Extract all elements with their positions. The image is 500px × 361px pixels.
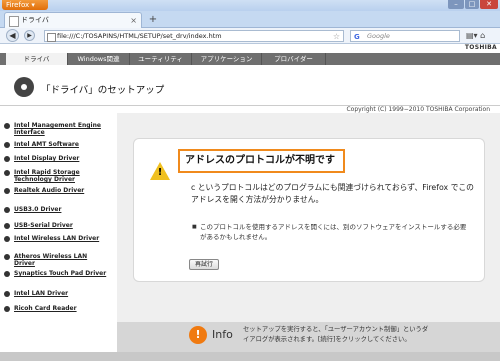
warning-mark: ! [157, 167, 163, 178]
info-label: Info [212, 328, 233, 341]
search-placeholder: Google [367, 32, 390, 40]
sidebar-item-amt[interactable]: Intel AMT Software [4, 141, 110, 148]
minimize-button[interactable]: – [448, 0, 464, 9]
error-description: c というプロトコルはどのプログラムにも関連づけられておらず、Firefox で… [191, 183, 474, 204]
copyright: Copyright (C) 1999−2010 TOSHIBA Corporat… [346, 106, 490, 113]
tab-utilities[interactable]: ユーティリティ [130, 53, 192, 65]
sidebar-item-intel-wlan[interactable]: Intel Wireless LAN Driver [4, 235, 110, 242]
disc-icon [14, 77, 34, 97]
sidebar-item-usb-serial[interactable]: USB-Serial Driver [4, 222, 110, 229]
tab-applications[interactable]: アプリケーション [192, 53, 262, 65]
sidebar-item-card-reader[interactable]: Ricoh Card Reader [4, 305, 110, 312]
page-icon [9, 16, 19, 27]
sidebar-item-display[interactable]: Intel Display Driver [4, 155, 110, 162]
sidebar-item-rapid-storage[interactable]: Intel Rapid Storage Technology Driver [4, 169, 110, 183]
new-tab-button[interactable]: + [146, 14, 160, 26]
bookmark-star-icon[interactable]: ☆ [333, 31, 340, 42]
brand-bar [0, 44, 500, 53]
close-tab-icon[interactable]: × [130, 13, 137, 28]
browser-tab[interactable]: ドライバ × [4, 12, 142, 28]
firefox-menu-button[interactable]: Firefox ▾ [2, 0, 48, 10]
forward-button[interactable]: ▶ [24, 30, 35, 41]
tab-drivers[interactable]: ドライバ [6, 53, 68, 65]
search-engine-icon[interactable]: G [354, 32, 360, 43]
sidebar-item-lan[interactable]: Intel LAN Driver [4, 290, 110, 297]
tab-title: ドライバ [21, 16, 49, 24]
info-text: セットアップを実行すると、「ユーザーアカウント制御」というダイアログが表示されま… [243, 326, 429, 343]
sidebar-item-usb3[interactable]: USB3.0 Driver [4, 206, 110, 213]
sidebar-item-touchpad[interactable]: Synaptics Touch Pad Driver [4, 270, 110, 277]
toshiba-logo: TOSHIBA [464, 44, 497, 51]
url-bar[interactable]: file:///C:/TOSAPINS/HTML/SETUP/set_drv/i… [44, 30, 344, 42]
bookmarks-menu-icon[interactable]: ▤▾ ⌂ [466, 29, 496, 42]
bottom-strip [0, 352, 500, 361]
sidebar-item-atheros-wlan[interactable]: Atheros Wireless LAN Driver [4, 253, 110, 267]
tab-providers[interactable]: プロバイダー [262, 53, 326, 65]
error-title: アドレスのプロトコルが不明です [178, 149, 345, 173]
url-text: file:///C:/TOSAPINS/HTML/SETUP/set_drv/i… [57, 32, 222, 40]
retry-button[interactable]: 再試行 [189, 259, 219, 270]
close-window-button[interactable]: ✕ [480, 0, 498, 9]
sidebar-item-mei[interactable]: Intel Management Engine Interface [4, 122, 110, 136]
page-title: 「ドライバ」のセットアップ [41, 85, 165, 96]
sidebar-item-audio[interactable]: Realtek Audio Driver [4, 187, 110, 194]
info-icon: ! [189, 326, 207, 344]
error-hint: このプロトコルを使用するアドレスを開くには、別のソフトウェアをインストールする必… [192, 222, 472, 242]
firefox-menu-label: Firefox [6, 1, 30, 9]
window-titlebar [0, 0, 500, 11]
back-button[interactable]: ◀ [6, 29, 19, 42]
tab-windows[interactable]: Windows関連 [68, 53, 130, 65]
search-box[interactable]: G Google [350, 30, 460, 42]
site-identity-icon [47, 33, 56, 42]
maximize-button[interactable]: □ [465, 0, 479, 9]
